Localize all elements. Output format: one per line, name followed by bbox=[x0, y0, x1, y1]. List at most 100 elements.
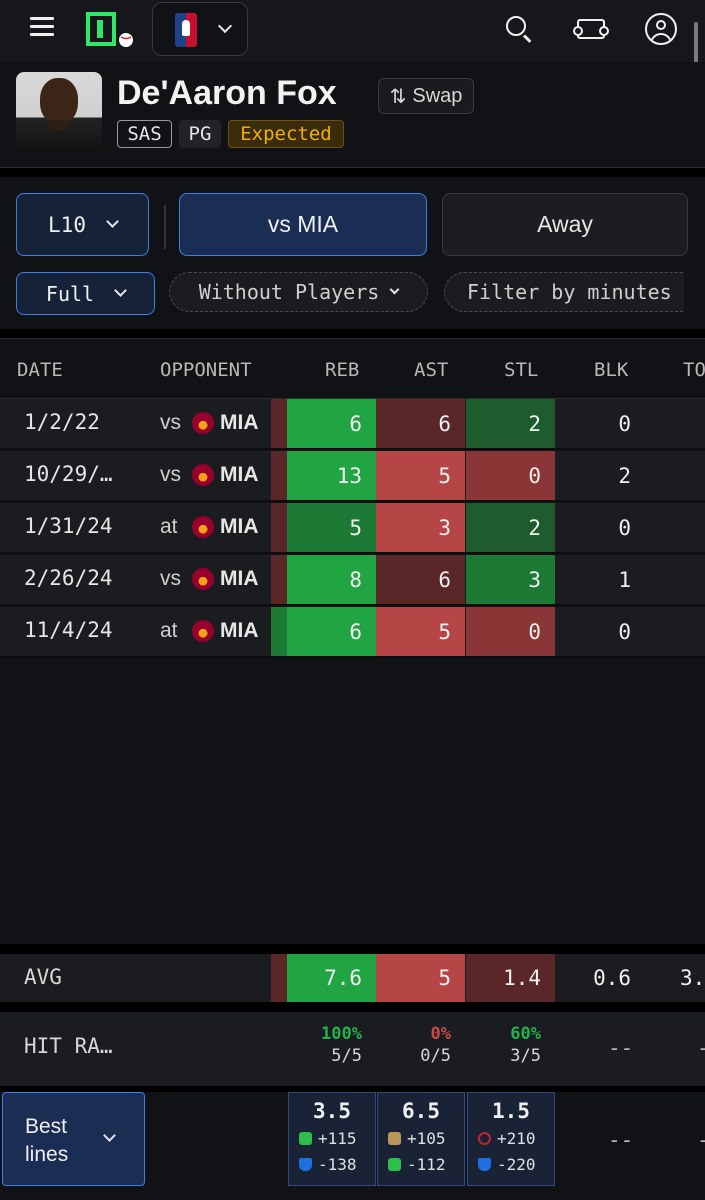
avg-ast: 5 bbox=[376, 954, 465, 1002]
table-row[interactable]: 1/31/24 at MIA 5 3 2 0 bbox=[0, 503, 705, 554]
cell-blk: 0 bbox=[618, 619, 631, 644]
col-reb[interactable]: REB bbox=[325, 359, 359, 381]
col-date[interactable]: DATE bbox=[17, 359, 63, 381]
location-filter-button[interactable]: Away bbox=[442, 193, 688, 256]
chevron-down-icon bbox=[389, 284, 400, 294]
home-away: at bbox=[160, 515, 178, 538]
avatar bbox=[16, 72, 102, 154]
odds-value: +105 bbox=[407, 1129, 446, 1148]
col-to[interactable]: TO bbox=[683, 359, 705, 381]
team-badge: SAS bbox=[117, 120, 172, 148]
avg-to: 3. bbox=[680, 966, 705, 990]
col-opponent[interactable]: OPPONENT bbox=[160, 359, 252, 381]
row-date: 11/4/24 bbox=[24, 618, 113, 642]
average-row: AVG 7.6 5 1.4 0.6 3. bbox=[0, 954, 705, 1002]
without-players-dropdown[interactable]: Without Players bbox=[169, 272, 428, 312]
game-log-table: DATE OPPONENT REB AST STL BLK TO 1/2/22 … bbox=[0, 338, 705, 944]
row-opponent: vs MIA bbox=[160, 567, 259, 591]
swap-button[interactable]: ⇅ Swap bbox=[378, 78, 474, 114]
over-odds: +105 bbox=[388, 1129, 446, 1148]
line-value: 3.5 bbox=[313, 1099, 351, 1123]
line-card-reb[interactable]: 3.5 +115 -138 bbox=[288, 1092, 376, 1186]
col-ast[interactable]: AST bbox=[414, 359, 448, 381]
cell-blk: 0 bbox=[618, 411, 631, 436]
heat-logo-icon bbox=[192, 568, 214, 590]
cell-blk: 2 bbox=[618, 463, 631, 488]
under-odds: -220 bbox=[478, 1155, 536, 1174]
chevron-down-icon bbox=[106, 215, 119, 228]
cell-blk: 1 bbox=[618, 567, 631, 592]
range-label: L10 bbox=[48, 212, 86, 237]
table-row[interactable]: 2/26/24 vs MIA 8 6 3 1 bbox=[0, 555, 705, 606]
line-value: 1.5 bbox=[492, 1099, 530, 1123]
home-away: vs bbox=[160, 463, 181, 486]
hit-ast: 0% 0/5 bbox=[376, 1024, 465, 1066]
line-card-ast[interactable]: 6.5 +105 -112 bbox=[377, 1092, 465, 1186]
swap-arrows-icon: ⇅ bbox=[389, 85, 407, 108]
status-badge: Expected bbox=[228, 120, 344, 148]
cell-stl: 3 bbox=[466, 555, 555, 604]
ticket-icon[interactable] bbox=[573, 12, 609, 46]
period-dropdown[interactable]: Full bbox=[16, 272, 155, 315]
best-lines-dropdown[interactable]: Best lines bbox=[2, 1092, 145, 1186]
user-icon[interactable] bbox=[644, 12, 678, 46]
hit-ast-frac: 0/5 bbox=[420, 1046, 451, 1066]
row-date: 2/26/24 bbox=[24, 566, 113, 590]
heat-logo-icon bbox=[192, 412, 214, 434]
cell-stl: 2 bbox=[466, 503, 555, 552]
opponent-team: MIA bbox=[220, 619, 259, 642]
col-blk[interactable]: BLK bbox=[594, 359, 628, 381]
hamburger-icon[interactable] bbox=[30, 17, 54, 37]
color-strip bbox=[271, 954, 287, 1002]
home-away: vs bbox=[160, 411, 181, 434]
home-away: at bbox=[160, 619, 178, 642]
minutes-filter-button[interactable]: Filter by minutes bbox=[444, 272, 684, 312]
cell-ast: 6 bbox=[376, 399, 465, 448]
hit-rate-label: HIT RA… bbox=[24, 1034, 113, 1058]
table-row[interactable]: 1/2/22 vs MIA 6 6 2 0 bbox=[0, 399, 705, 450]
table-row[interactable]: 10/29/… vs MIA 13 5 0 2 bbox=[0, 451, 705, 502]
fanduel-icon bbox=[478, 1158, 491, 1171]
cell-stl: 0 bbox=[466, 451, 555, 500]
cell-reb: 8 bbox=[287, 555, 376, 604]
hit-blk: -- bbox=[608, 1036, 634, 1060]
avg-reb: 7.6 bbox=[287, 954, 376, 1002]
range-dropdown[interactable]: L10 bbox=[16, 193, 149, 256]
betmgm-icon bbox=[388, 1132, 401, 1145]
heat-logo-icon bbox=[192, 516, 214, 538]
hit-reb-pct: 100% bbox=[321, 1024, 362, 1044]
chevron-down-icon bbox=[114, 284, 127, 297]
draftkings-icon bbox=[388, 1158, 401, 1171]
row-date: 1/31/24 bbox=[24, 514, 113, 538]
color-strip bbox=[271, 503, 287, 552]
best-lines-row: Best lines 3.5 +115 -138 6.5 +105 -112 1… bbox=[0, 1092, 705, 1200]
filters-panel: L10 vs MIA Away Full Without Players Fil… bbox=[0, 177, 705, 329]
opponent-filter-button[interactable]: vs MIA bbox=[179, 193, 427, 256]
swap-label: Swap bbox=[412, 84, 463, 107]
cell-reb: 5 bbox=[287, 503, 376, 552]
over-odds: +115 bbox=[299, 1129, 357, 1148]
table-row[interactable]: 11/4/24 at MIA 6 5 0 0 bbox=[0, 607, 705, 658]
row-opponent: vs MIA bbox=[160, 411, 259, 435]
search-icon[interactable] bbox=[502, 12, 536, 46]
divider bbox=[164, 205, 166, 249]
opponent-team: MIA bbox=[220, 411, 259, 434]
chevron-down-icon bbox=[217, 18, 233, 34]
opponent-team: MIA bbox=[220, 567, 259, 590]
odds-value: -112 bbox=[407, 1155, 446, 1174]
caesars-icon bbox=[478, 1132, 491, 1145]
sport-selector[interactable] bbox=[152, 2, 248, 56]
app-logo-icon[interactable] bbox=[86, 10, 136, 50]
avg-label: AVG bbox=[24, 965, 62, 989]
hit-reb-frac: 5/5 bbox=[331, 1046, 362, 1066]
avg-blk: 0.6 bbox=[593, 966, 631, 990]
hit-reb: 100% 5/5 bbox=[287, 1024, 376, 1066]
cell-reb: 6 bbox=[287, 607, 376, 656]
col-stl[interactable]: STL bbox=[504, 359, 538, 381]
hit-stl-pct: 60% bbox=[510, 1024, 541, 1044]
row-date: 10/29/… bbox=[24, 462, 113, 486]
row-opponent: vs MIA bbox=[160, 463, 259, 487]
row-opponent: at MIA bbox=[160, 619, 259, 643]
under-odds: -138 bbox=[299, 1155, 357, 1174]
line-card-stl[interactable]: 1.5 +210 -220 bbox=[467, 1092, 555, 1186]
